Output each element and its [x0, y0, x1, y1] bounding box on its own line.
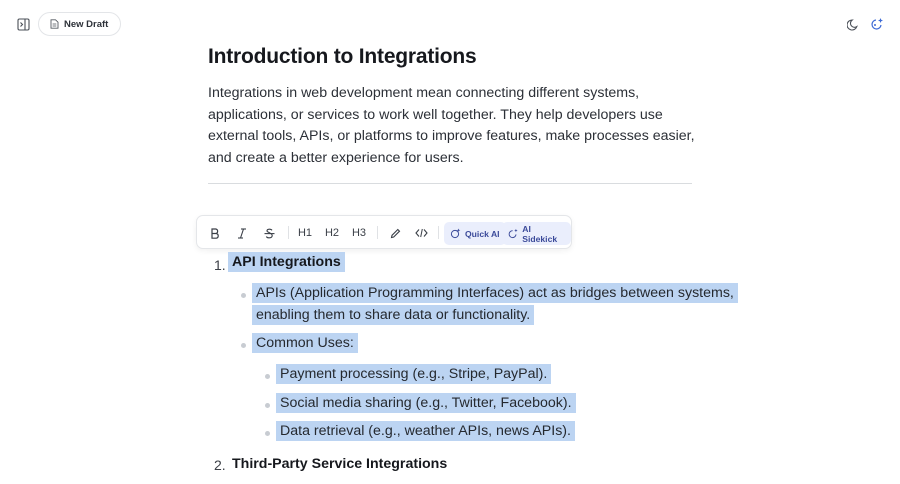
strikethrough-icon[interactable] [257, 216, 281, 250]
bullet-marker [265, 374, 270, 379]
toolbar-separator [288, 226, 289, 239]
heading-3-button[interactable]: H3 [347, 216, 371, 250]
intro-paragraph: Integrations in web development mean con… [208, 85, 695, 166]
divider [208, 183, 692, 184]
list-item-heading: Third-Party Service Integrations [232, 456, 448, 472]
bullet-marker [265, 403, 270, 408]
quick-ai-button[interactable]: Quick AI [444, 222, 506, 245]
moon-icon[interactable] [840, 11, 866, 37]
heading-2-button[interactable]: H2 [320, 216, 344, 250]
new-draft-button[interactable]: New Draft [38, 12, 122, 36]
bullet-marker [241, 293, 246, 298]
ai-sidekick-label: AI Sidekick [522, 223, 558, 244]
toolbar-separator [377, 226, 378, 239]
toolbar-separator [438, 226, 439, 239]
list-item: Common Uses: [252, 333, 358, 353]
list-item: APIs (Application Programming Interfaces… [252, 283, 738, 303]
list-number: 1. [214, 257, 226, 273]
list-item-heading: API Integrations [228, 252, 345, 272]
list-item: Data retrieval (e.g., weather APIs, news… [276, 421, 575, 441]
document-icon [50, 19, 59, 29]
ai-sidekick-icon [508, 228, 518, 238]
list-item: Social media sharing (e.g., Twitter, Fac… [276, 393, 576, 413]
top-bar: New Draft [0, 0, 900, 46]
list-item: enabling them to share data or functiona… [252, 305, 535, 325]
list-number: 2. [214, 457, 226, 473]
heading-1-button[interactable]: H1 [293, 216, 317, 250]
italic-icon[interactable] [230, 216, 254, 250]
formatting-toolbar: H1 H2 H3 Quick AI AI Sidekick [196, 215, 572, 249]
bullet-marker [265, 431, 270, 436]
ai-sidekick-button[interactable]: AI Sidekick [502, 222, 571, 245]
list-item: Payment processing (e.g., Stripe, PayPal… [276, 364, 552, 384]
code-icon[interactable] [409, 216, 433, 250]
page-title: Introduction to Integrations [208, 45, 477, 68]
pencil-icon[interactable] [383, 216, 407, 250]
quick-ai-icon [450, 228, 461, 239]
quick-ai-label: Quick AI [465, 228, 500, 239]
bullet-marker [241, 343, 246, 348]
ai-sparkle-icon[interactable] [864, 11, 890, 37]
bold-icon[interactable] [203, 216, 227, 250]
new-draft-label: New Draft [64, 18, 109, 30]
sidebar-toggle-icon[interactable] [10, 11, 36, 37]
